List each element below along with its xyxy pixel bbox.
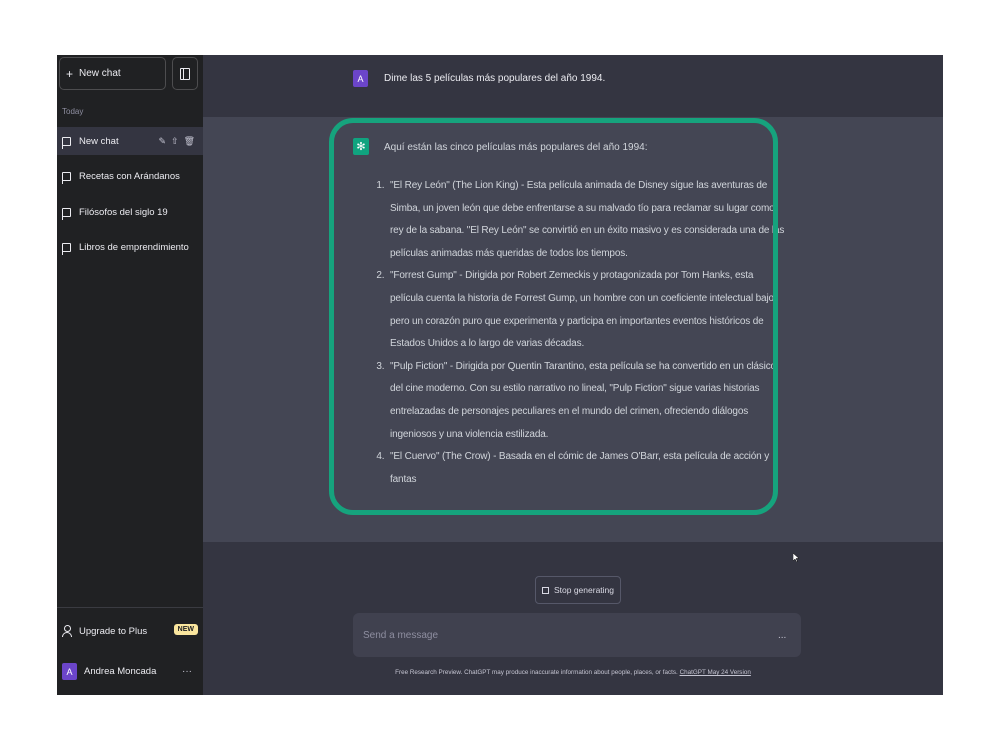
- upgrade-label: Upgrade to Plus: [79, 625, 148, 637]
- conversation-item-active[interactable]: New chat ✎ ⇧ 🗑: [57, 127, 203, 155]
- chat-bubble-icon: [62, 171, 71, 184]
- conversation-item[interactable]: Libros de emprendimiento: [57, 233, 203, 261]
- list-item: "Pulp Fiction" - Dirigida por Quentin Ta…: [387, 356, 787, 446]
- sidebar-toggle-icon: [180, 67, 190, 80]
- chat-app: + New chat Today New chat ✎ ⇧ 🗑 Recetas …: [57, 55, 943, 695]
- sidebar: + New chat Today New chat ✎ ⇧ 🗑 Recetas …: [57, 55, 203, 695]
- list-item: "El Cuervo" (The Crow) - Basada en el có…: [387, 446, 787, 491]
- edit-icon[interactable]: ✎: [158, 136, 166, 147]
- message-input[interactable]: [353, 613, 801, 657]
- user-message: A Dime las 5 películas más populares del…: [203, 55, 943, 118]
- conversation-label: New chat: [79, 135, 119, 147]
- conversation-label: Filósofos del siglo 19: [79, 206, 168, 218]
- list-item: "El Rey León" (The Lion King) - Esta pel…: [387, 175, 787, 265]
- send-button[interactable]: ...: [778, 630, 786, 641]
- trash-icon[interactable]: 🗑: [184, 136, 195, 147]
- new-badge: NEW: [173, 624, 198, 635]
- conversation-label: Recetas con Arándanos: [79, 170, 180, 182]
- more-icon[interactable]: ···: [182, 666, 192, 677]
- user-icon: [62, 625, 72, 637]
- share-icon[interactable]: ⇧: [171, 136, 179, 147]
- conversation-item[interactable]: Filósofos del siglo 19: [57, 198, 203, 226]
- toggle-sidebar-button[interactable]: [172, 57, 198, 90]
- conversation-label: Libros de emprendimiento: [79, 241, 189, 253]
- stop-icon: [541, 586, 549, 594]
- user-message-text: Dime las 5 películas más populares del a…: [384, 73, 606, 84]
- chatgpt-logo-icon: ✻: [353, 138, 369, 155]
- new-chat-label: New chat: [79, 68, 121, 79]
- assistant-message: ✻ Aquí están las cinco películas más pop…: [203, 117, 943, 562]
- section-label-today: Today: [62, 107, 84, 116]
- stop-generating-button[interactable]: Stop generating: [535, 576, 621, 604]
- movie-list: "El Rey León" (The Lion King) - Esta pel…: [362, 175, 787, 491]
- chat-bubble-icon: [62, 242, 71, 255]
- chat-bubble-icon: [62, 136, 71, 149]
- avatar: A: [62, 663, 77, 680]
- footer-text: Free Research Preview. ChatGPT may produ…: [395, 669, 680, 676]
- avatar: A: [353, 70, 368, 87]
- footer-note: Free Research Preview. ChatGPT may produ…: [203, 669, 943, 676]
- assistant-intro: Aquí están las cinco películas más popul…: [384, 142, 648, 153]
- list-item: "Forrest Gump" - Dirigida por Robert Zem…: [387, 265, 787, 355]
- mouse-pointer-icon: [793, 553, 799, 562]
- new-chat-button[interactable]: + New chat: [59, 57, 166, 90]
- composer-area: Stop generating ... Free Research Previe…: [203, 542, 943, 695]
- upgrade-to-plus-button[interactable]: Upgrade to Plus NEW: [62, 624, 198, 637]
- plus-icon: +: [66, 66, 74, 81]
- user-name: Andrea Moncada: [84, 666, 157, 677]
- chat-bubble-icon: [62, 207, 71, 220]
- sidebar-divider: [57, 607, 203, 608]
- user-menu-button[interactable]: A Andrea Moncada ···: [62, 663, 198, 680]
- stop-generating-label: Stop generating: [553, 585, 615, 595]
- conversation-actions: ✎ ⇧ 🗑: [158, 136, 195, 147]
- version-link[interactable]: ChatGPT May 24 Version: [680, 669, 751, 676]
- conversation-item[interactable]: Recetas con Arándanos: [57, 162, 203, 190]
